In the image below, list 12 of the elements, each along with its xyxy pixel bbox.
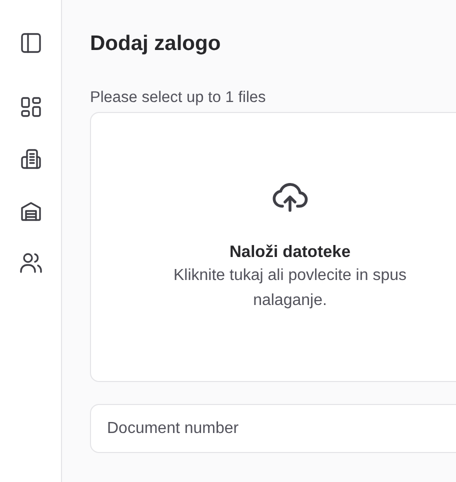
grid-icon: [18, 95, 42, 119]
document-number-input[interactable]: Document number: [90, 404, 456, 453]
users-nav-button[interactable]: [18, 250, 44, 276]
upload-label: Please select up to 1 files: [90, 88, 267, 108]
upload-description: Kliknite tukaj ali povlecite in spus nalaganje.: [173, 266, 406, 311]
file-dropzone[interactable]: Naloži datoteke Kliknite tukaj ali povlecite in spus nalaganje.: [90, 112, 456, 382]
upload-title: Naloži datoteke: [229, 242, 351, 263]
sidebar-panel-icon: [18, 31, 42, 55]
page-title: Dodaj zalogo: [90, 31, 222, 57]
users-icon: [18, 251, 42, 275]
building-icon: [18, 147, 42, 171]
warehouse-icon: [18, 199, 42, 223]
